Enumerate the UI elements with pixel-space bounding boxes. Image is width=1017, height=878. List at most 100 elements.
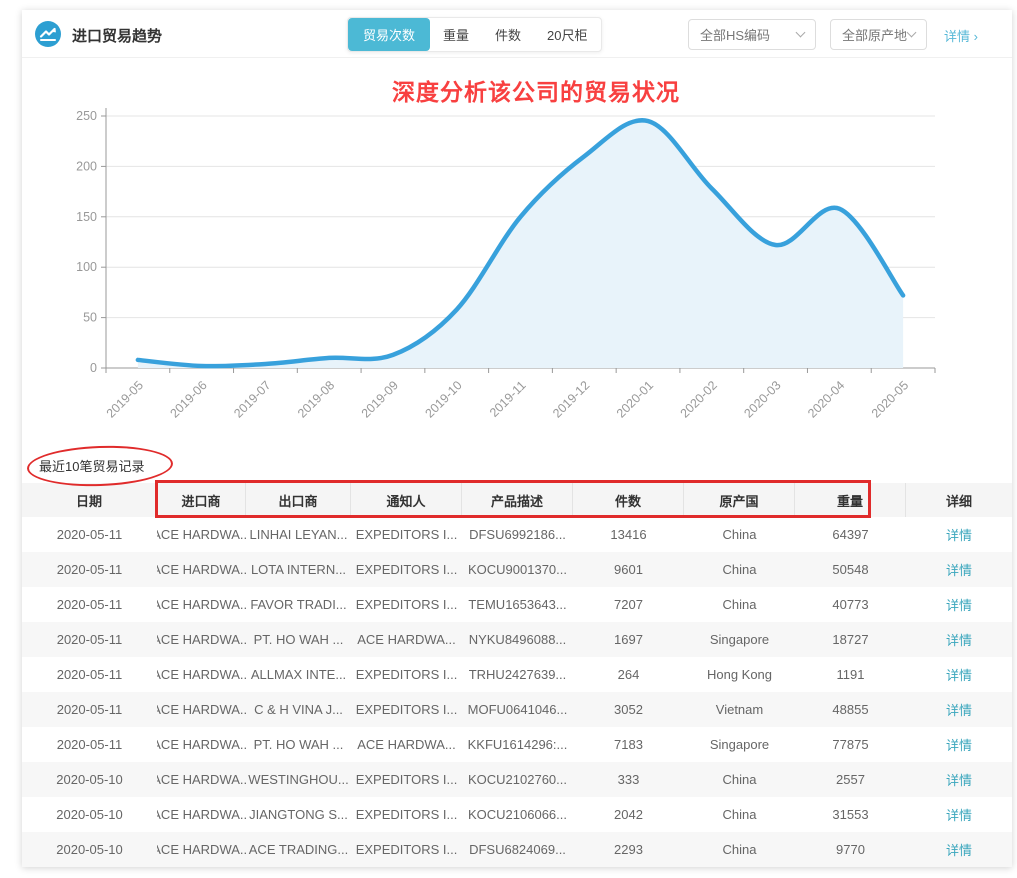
- trade-trend-area-chart: 0501001502002502019-052019-062019-072019…: [22, 70, 1012, 438]
- table-cell: ACE HARDWA...: [351, 622, 462, 657]
- x-axis-label: 2019-05: [104, 378, 146, 420]
- table-cell: 1191: [795, 657, 906, 692]
- table-cell: KKFU1614296:...: [462, 727, 573, 762]
- table-cell: ACE HARDWA...: [157, 622, 246, 657]
- table-cell: China: [684, 587, 795, 622]
- table-row: 2020-05-11ACE HARDWA...C & H VINA J...EX…: [22, 692, 1012, 727]
- table-cell: TRHU2427639...: [462, 657, 573, 692]
- row-detail-link[interactable]: 详情: [906, 587, 1012, 622]
- table-cell: 2020-05-10: [22, 762, 157, 797]
- table-cell: Singapore: [684, 727, 795, 762]
- x-axis-label: 2019-08: [295, 378, 337, 420]
- table-cell: 48855: [795, 692, 906, 727]
- table-cell: KOCU9001370...: [462, 552, 573, 587]
- metric-tab-group: 贸易次数重量件数20尺柜: [347, 17, 602, 52]
- table-cell: ACE HARDWA...: [351, 727, 462, 762]
- header-details-link[interactable]: 详情 ›: [944, 26, 978, 45]
- table-cell: 50548: [795, 552, 906, 587]
- table-cell: 40773: [795, 587, 906, 622]
- table-cell: 77875: [795, 727, 906, 762]
- x-axis-label: 2020-05: [869, 378, 911, 420]
- x-axis-label: 2019-06: [167, 378, 209, 420]
- page-title: 进口贸易趋势: [72, 25, 162, 46]
- table-cell: 1697: [573, 622, 684, 657]
- x-axis-label: 2019-07: [231, 378, 273, 420]
- table-row: 2020-05-10ACE HARDWA...ACE TRADING...EXP…: [22, 832, 1012, 867]
- table-cell: LOTA INTERN...: [246, 552, 351, 587]
- red-annotation-rect: [155, 480, 871, 518]
- column-header: 日期: [22, 483, 157, 517]
- table-cell: 7207: [573, 587, 684, 622]
- table-cell: 9770: [795, 832, 906, 867]
- table-cell: ACE HARDWA...: [157, 517, 246, 552]
- x-axis-label: 2019-09: [359, 378, 401, 420]
- table-cell: DFSU6824069...: [462, 832, 573, 867]
- table-cell: 264: [573, 657, 684, 692]
- table-cell: KOCU2106066...: [462, 797, 573, 832]
- tab-quantity[interactable]: 件数: [482, 18, 534, 51]
- table-cell: MOFU0641046...: [462, 692, 573, 727]
- row-detail-link[interactable]: 详情: [906, 657, 1012, 692]
- table-cell: EXPEDITORS I...: [351, 657, 462, 692]
- table-row: 2020-05-10ACE HARDWA...JIANGTONG S...EXP…: [22, 797, 1012, 832]
- table-row: 2020-05-10ACE HARDWA...WESTINGHOU...EXPE…: [22, 762, 1012, 797]
- origin-filter-dropdown[interactable]: 全部原产地: [830, 19, 927, 50]
- table-cell: 2020-05-11: [22, 587, 157, 622]
- y-axis-label: 150: [76, 210, 97, 224]
- hs-code-filter-label: 全部HS编码: [700, 25, 770, 44]
- row-detail-link[interactable]: 详情: [906, 517, 1012, 552]
- table-cell: ACE HARDWA...: [157, 797, 246, 832]
- table-cell: 13416: [573, 517, 684, 552]
- table-cell: JIANGTONG S...: [246, 797, 351, 832]
- table-cell: PT. HO WAH ...: [246, 622, 351, 657]
- card-header: 进口贸易趋势 贸易次数重量件数20尺柜 全部HS编码 全部原产地 详情 ›: [22, 10, 1012, 58]
- x-axis-label: 2019-10: [423, 378, 465, 420]
- table-cell: EXPEDITORS I...: [351, 552, 462, 587]
- origin-filter-label: 全部原产地: [842, 25, 907, 44]
- row-detail-link[interactable]: 详情: [906, 552, 1012, 587]
- tab-weight[interactable]: 重量: [430, 18, 482, 51]
- table-body: 2020-05-11ACE HARDWA...LINHAI LEYAN...EX…: [22, 517, 1012, 867]
- table-cell: 2557: [795, 762, 906, 797]
- row-detail-link[interactable]: 详情: [906, 832, 1012, 867]
- table-cell: ACE HARDWA...: [157, 692, 246, 727]
- table-cell: Vietnam: [684, 692, 795, 727]
- table-cell: NYKU8496088...: [462, 622, 573, 657]
- table-cell: ACE HARDWA...: [157, 832, 246, 867]
- table-cell: ALLMAX INTE...: [246, 657, 351, 692]
- table-cell: 2020-05-10: [22, 797, 157, 832]
- row-detail-link[interactable]: 详情: [906, 727, 1012, 762]
- table-cell: EXPEDITORS I...: [351, 517, 462, 552]
- table-cell: PT. HO WAH ...: [246, 727, 351, 762]
- chevron-down-icon: [796, 28, 806, 38]
- row-detail-link[interactable]: 详情: [906, 762, 1012, 797]
- table-cell: 2293: [573, 832, 684, 867]
- table-cell: FAVOR TRADI...: [246, 587, 351, 622]
- table-row: 2020-05-11ACE HARDWA...LINHAI LEYAN...EX…: [22, 517, 1012, 552]
- x-axis-label: 2019-12: [550, 378, 592, 420]
- table-cell: KOCU2102760...: [462, 762, 573, 797]
- table-cell: ACE HARDWA...: [157, 727, 246, 762]
- hs-code-filter-dropdown[interactable]: 全部HS编码: [688, 19, 816, 50]
- table-cell: ACE HARDWA...: [157, 587, 246, 622]
- table-cell: China: [684, 517, 795, 552]
- table-row: 2020-05-11ACE HARDWA...PT. HO WAH ...ACE…: [22, 727, 1012, 762]
- row-detail-link[interactable]: 详情: [906, 797, 1012, 832]
- table-cell: China: [684, 832, 795, 867]
- table-cell: EXPEDITORS I...: [351, 587, 462, 622]
- table-cell: 2020-05-11: [22, 552, 157, 587]
- red-annotation-title: 深度分析该公司的贸易状况: [22, 73, 1012, 107]
- tab-20ft-container[interactable]: 20尺柜: [534, 18, 600, 51]
- table-cell: EXPEDITORS I...: [351, 762, 462, 797]
- trend-chart-icon: [35, 21, 61, 47]
- table-cell: DFSU6992186...: [462, 517, 573, 552]
- trade-records-table: 日期进口商出口商通知人产品描述件数原产国重量详细2020-05-11ACE HA…: [22, 483, 1012, 867]
- row-detail-link[interactable]: 详情: [906, 692, 1012, 727]
- tab-trade-count[interactable]: 贸易次数: [348, 18, 430, 51]
- row-detail-link[interactable]: 详情: [906, 622, 1012, 657]
- table-cell: 2020-05-10: [22, 832, 157, 867]
- table-row: 2020-05-11ACE HARDWA...PT. HO WAH ...ACE…: [22, 622, 1012, 657]
- x-axis-label: 2020-04: [805, 378, 847, 420]
- x-axis-label: 2020-01: [614, 378, 656, 420]
- table-cell: China: [684, 797, 795, 832]
